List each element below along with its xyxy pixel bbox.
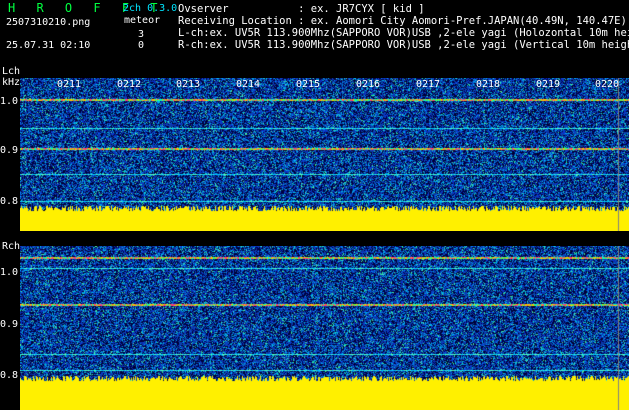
minute-label: 0217 (416, 79, 441, 90)
rch-config-line: R-ch:ex. UV5R 113.900Mhz(SAPPORO VOR)USB… (178, 39, 629, 51)
lch-config-line: L-ch:ex. UV5R 113.900Mhz(SAPPORO VOR)USB… (178, 27, 629, 39)
minute-label: 0215 (296, 79, 321, 90)
rch-ytick-1-0: 1.0 (0, 267, 19, 278)
config-label: 2ch 0.3.0 (123, 3, 178, 14)
minute-label: 0214 (236, 79, 261, 90)
minute-label: 0212 (117, 79, 142, 90)
station-info: Ovserver : ex. JR7CYX [ kid ] Receiving … (178, 3, 629, 51)
filename: 2507310210.png (6, 17, 91, 28)
minute-label: 0213 (176, 79, 201, 90)
rch-meteor-count: 0 (138, 40, 145, 51)
lch-ytick-1-0: 1.0 (0, 96, 19, 107)
observer-line: Ovserver : ex. JR7CYX [ kid ] (178, 3, 425, 15)
meteor-label: meteor (124, 15, 161, 26)
lch-ytick-0-9: 0.9 (0, 145, 19, 156)
lch-ytick-0-8: 0.8 (0, 196, 19, 207)
minute-label: 0218 (476, 79, 501, 90)
lch-spectrogram (20, 78, 629, 231)
rch-ytick-0-9: 0.9 (0, 319, 19, 330)
rch-label: Rch (2, 241, 21, 252)
rch-ytick-0-8: 0.8 (0, 370, 19, 381)
minute-label: 0211 (57, 79, 82, 90)
rch-spectrogram (20, 246, 629, 410)
minute-label: 0220 (595, 79, 620, 90)
lch-unit-label: kHz (2, 77, 21, 88)
datetime: 25.07.31 02:10 (6, 40, 91, 51)
minute-label: 0219 (536, 79, 561, 90)
minute-label: 0216 (356, 79, 381, 90)
location-line: Receiving Location : ex. Aomori City Aom… (178, 15, 627, 27)
